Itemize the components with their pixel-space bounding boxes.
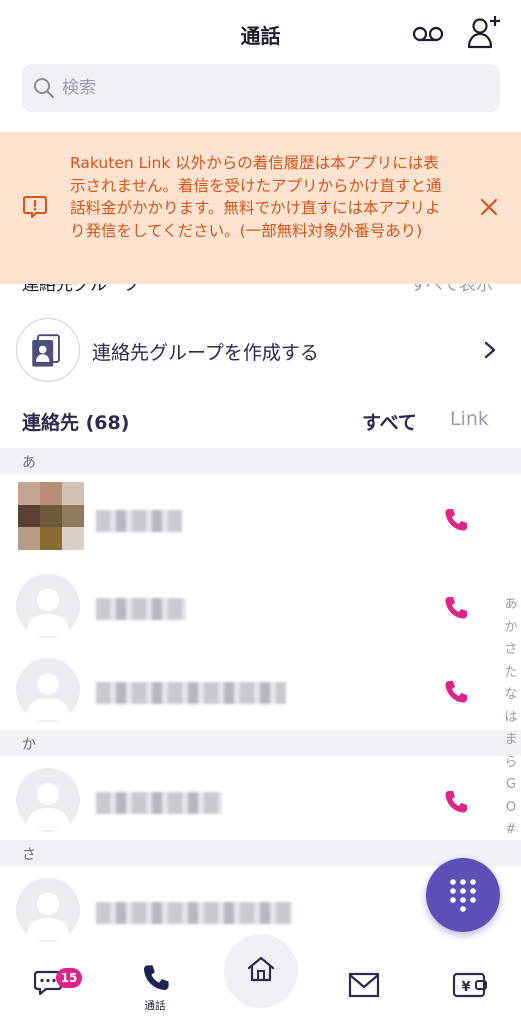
bottom-tab-bar: 15 通話 ¥ [0, 934, 521, 1024]
phone-icon[interactable] [442, 506, 470, 534]
filter-link-tab[interactable]: Link [450, 408, 489, 430]
contact-row[interactable] [0, 756, 521, 836]
search-input[interactable] [62, 64, 482, 112]
contact-name-redacted [96, 598, 186, 620]
contacts-count-title: 連絡先 (68) [22, 412, 130, 434]
contact-row[interactable] [0, 562, 521, 642]
search-icon [34, 78, 55, 99]
default-avatar-icon [16, 658, 80, 722]
index-letter[interactable]: は [502, 707, 520, 730]
filter-all-tab[interactable]: すべて [362, 408, 417, 435]
index-letter[interactable]: さ [502, 639, 520, 662]
phone-icon[interactable] [442, 788, 470, 816]
phone-icon[interactable] [442, 594, 470, 622]
close-icon[interactable] [476, 194, 502, 220]
dialpad-icon [450, 879, 476, 912]
voicemail-icon[interactable] [410, 20, 446, 48]
contact-name-redacted [96, 902, 292, 924]
contact-row[interactable] [0, 646, 521, 726]
chevron-right-icon [484, 341, 496, 359]
index-letter[interactable]: な [502, 684, 520, 707]
index-letter[interactable]: G [502, 774, 520, 797]
contact-group-icon [16, 318, 80, 382]
alert-icon [23, 196, 47, 218]
section-label: あ [22, 455, 36, 471]
mail-icon[interactable] [348, 972, 380, 998]
index-letter[interactable]: か [502, 617, 520, 640]
phone-icon[interactable] [442, 678, 470, 706]
info-banner: Rakuten Link 以外からの着信履歴は本アプリには表示されません。着信を… [0, 132, 521, 284]
index-letter[interactable]: あ [502, 594, 520, 617]
default-avatar-icon [16, 768, 80, 832]
contacts-header: 連絡先 (68) すべて Link [22, 406, 500, 434]
banner-message: Rakuten Link 以外からの着信履歴は本アプリには表示されません。着信を… [70, 154, 442, 240]
index-letter[interactable]: ま [502, 729, 520, 752]
section-header: あ [0, 448, 521, 474]
contact-row[interactable] [0, 474, 521, 554]
section-header: さ [0, 840, 521, 866]
index-letter[interactable]: た [502, 662, 520, 685]
index-letter[interactable]: O [502, 797, 520, 820]
create-group-label: 連絡先グループを作成する [92, 342, 319, 364]
contact-name-redacted [96, 682, 286, 704]
home-icon [247, 956, 275, 982]
index-letter[interactable]: # [502, 819, 520, 842]
home-button[interactable] [224, 934, 298, 1008]
default-avatar-icon [16, 878, 80, 942]
index-scrubber[interactable]: あ か さ た な は ま ら G O # [502, 594, 520, 842]
unread-badge: 15 [56, 968, 82, 988]
index-letter[interactable]: ら [502, 752, 520, 775]
dialpad-button[interactable] [426, 858, 500, 932]
create-group-row[interactable]: 連絡先グループを作成する [0, 318, 521, 384]
default-avatar-icon [16, 574, 80, 638]
section-label: か [22, 737, 36, 753]
search-bar[interactable] [22, 64, 500, 112]
section-header: か [0, 730, 521, 756]
add-contact-icon[interactable] [466, 14, 502, 50]
calls-tab-label: 通話 [144, 1000, 166, 1012]
contact-photo [18, 482, 84, 550]
contact-name-redacted [96, 792, 222, 814]
phone-tab-icon[interactable] [140, 962, 172, 994]
wallet-icon[interactable]: ¥ [452, 970, 488, 1000]
svg-text:¥: ¥ [461, 980, 470, 995]
top-header: 通話 [0, 0, 521, 64]
contact-name-redacted [96, 510, 182, 532]
section-label: さ [22, 847, 36, 863]
